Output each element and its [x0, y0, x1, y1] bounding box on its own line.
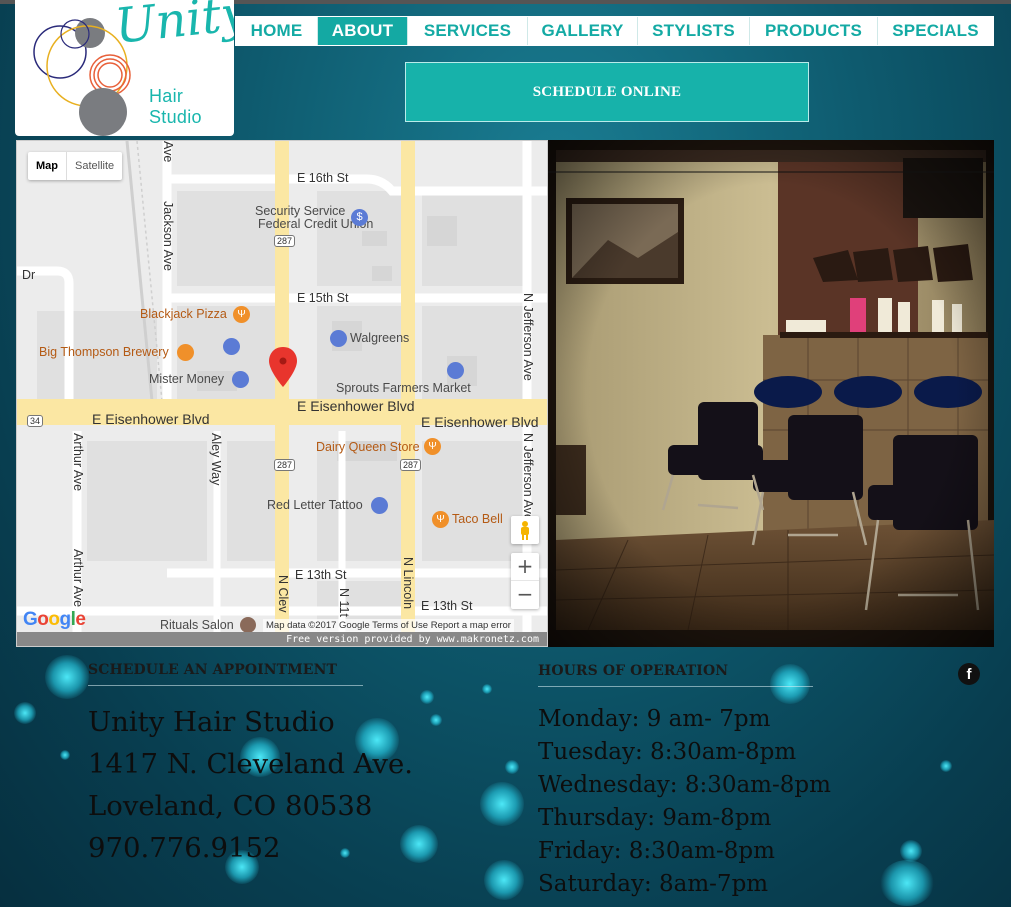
schedule-online-button[interactable]: SCHEDULE ONLINE — [405, 62, 809, 122]
hours-wednesday: Wednesday: 8:30am-8pm — [538, 772, 831, 798]
phone-number[interactable]: 970.776.9152 — [88, 832, 280, 864]
bokeh-light — [900, 840, 922, 862]
salon-interior-photo — [548, 140, 994, 647]
street-label: Jackson Ave — [161, 201, 175, 271]
nav-gallery[interactable]: GALLERY — [528, 17, 638, 45]
hours-friday: Friday: 8:30am-8pm — [538, 838, 775, 864]
highway-shield: 287 — [274, 235, 296, 247]
bokeh-light — [420, 690, 434, 704]
street-label: N Jefferson Ave — [521, 293, 535, 381]
street-label: Arthur Ave — [71, 433, 85, 492]
appointment-heading: SCHEDULE AN APPOINTMENT — [88, 662, 337, 678]
nav-specials[interactable]: SPECIALS — [878, 17, 993, 45]
poi-label: Blackjack Pizza — [140, 307, 227, 321]
nav-services[interactable]: SERVICES — [408, 17, 528, 45]
zoom-out-button[interactable]: − — [511, 581, 539, 609]
street-view-pegman-icon[interactable] — [511, 516, 539, 544]
shopping-icon — [223, 338, 240, 355]
bokeh-light — [60, 750, 70, 760]
bar-icon — [177, 344, 194, 361]
poi-label: Dairy Queen Store — [316, 440, 420, 454]
street-label: Dr — [22, 268, 36, 282]
salon-icon — [240, 617, 256, 633]
poi-label: Mister Money — [149, 372, 225, 386]
nav-home[interactable]: HOME — [236, 17, 318, 45]
poi-label: Rituals Salon — [160, 618, 234, 632]
street-label: E Eisenhower Blvd — [421, 414, 539, 430]
shopping-icon — [447, 362, 464, 379]
bokeh-light — [340, 848, 350, 858]
satellite-view-button[interactable]: Satellite — [67, 152, 122, 180]
bokeh-light — [480, 782, 524, 826]
bokeh-light — [482, 684, 492, 694]
hours-monday: Monday: 9 am- 7pm — [538, 706, 771, 732]
highway-shield: 287 — [400, 459, 422, 471]
shopping-icon — [232, 371, 249, 388]
street-label: E Eisenhower Blvd — [92, 411, 210, 427]
map-view-button[interactable]: Map — [28, 152, 67, 180]
hours-divider — [538, 686, 813, 687]
hours-heading: HOURS OF OPERATION — [538, 663, 729, 679]
facebook-icon[interactable]: f — [958, 663, 980, 685]
bokeh-light — [940, 760, 952, 772]
city-state-zip: Loveland, CO 80538 — [88, 790, 373, 822]
bokeh-light — [484, 860, 524, 900]
restaurant-icon: Ψ — [424, 438, 441, 455]
street-label: E 13th St — [295, 568, 347, 582]
street-label: E 13th St — [421, 599, 473, 613]
business-name: Unity Hair Studio — [88, 706, 335, 738]
hours-thursday: Thursday: 9am-8pm — [538, 805, 772, 831]
nav-products[interactable]: PRODUCTS — [750, 17, 878, 45]
nav-about[interactable]: ABOUT — [318, 17, 408, 45]
street-label: Ave — [161, 141, 175, 163]
restaurant-icon: Ψ — [233, 306, 250, 323]
bokeh-light — [45, 655, 89, 699]
map-type-toggle[interactable]: Map Satellite — [28, 152, 123, 180]
bokeh-light — [880, 860, 934, 906]
highway-shield: 34 — [27, 415, 44, 427]
street-label: E 16th St — [297, 171, 349, 185]
street-label: E 15th St — [297, 291, 349, 305]
google-logo: Google — [23, 609, 86, 630]
site-logo[interactable]: Unity Hair Studio — [15, 0, 234, 136]
street-label: E Eisenhower Blvd — [297, 398, 415, 414]
shopping-icon — [371, 497, 388, 514]
bokeh-light — [505, 760, 519, 774]
street-label: N Clev — [276, 575, 290, 613]
poi-label: Walgreens — [350, 331, 410, 345]
shopping-icon — [330, 330, 347, 347]
poi-label: Sprouts Farmers Market — [336, 381, 471, 395]
street-label: Arthur Ave — [71, 549, 85, 608]
zoom-in-button[interactable]: + — [511, 553, 539, 581]
restaurant-icon: Ψ — [432, 511, 449, 528]
bokeh-light — [770, 664, 810, 704]
bokeh-light — [430, 714, 442, 726]
bokeh-light — [14, 702, 36, 724]
highway-shield: 287 — [274, 459, 296, 471]
logo-subtitle: Hair Studio — [149, 86, 202, 127]
bokeh-light — [400, 825, 438, 863]
map-provider-footer: Free version provided by www.makronetz.c… — [17, 632, 547, 646]
poi-label: Security Service — [255, 204, 346, 218]
street-label: N 11t — [337, 588, 351, 617]
poi-label: Red Letter Tattoo — [267, 498, 363, 512]
street-label: N Lincoln — [401, 557, 415, 610]
map-zoom-controls: + − — [511, 553, 539, 609]
street-label: Aley Way — [209, 433, 223, 486]
main-nav: HOME ABOUT SERVICES GALLERY STYLISTS PRO… — [235, 16, 994, 46]
appointment-divider — [88, 685, 363, 686]
bank-icon: $ — [351, 209, 368, 226]
street-address: 1417 N. Cleveland Ave. — [88, 748, 413, 780]
hours-saturday: Saturday: 8am-7pm — [538, 871, 769, 897]
poi-label: Big Thompson Brewery — [39, 345, 169, 359]
location-map[interactable]: Map Satellite E 16th St E 15th St E 13th… — [16, 140, 548, 647]
map-attribution[interactable]: Map data ©2017 Google Terms of Use Repor… — [263, 619, 514, 632]
hours-tuesday: Tuesday: 8:30am-8pm — [538, 739, 797, 765]
nav-stylists[interactable]: STYLISTS — [638, 17, 750, 45]
salon-photo-image — [548, 140, 994, 647]
poi-label: Taco Bell — [452, 512, 503, 526]
street-label: N Jefferson Ave — [521, 433, 535, 521]
